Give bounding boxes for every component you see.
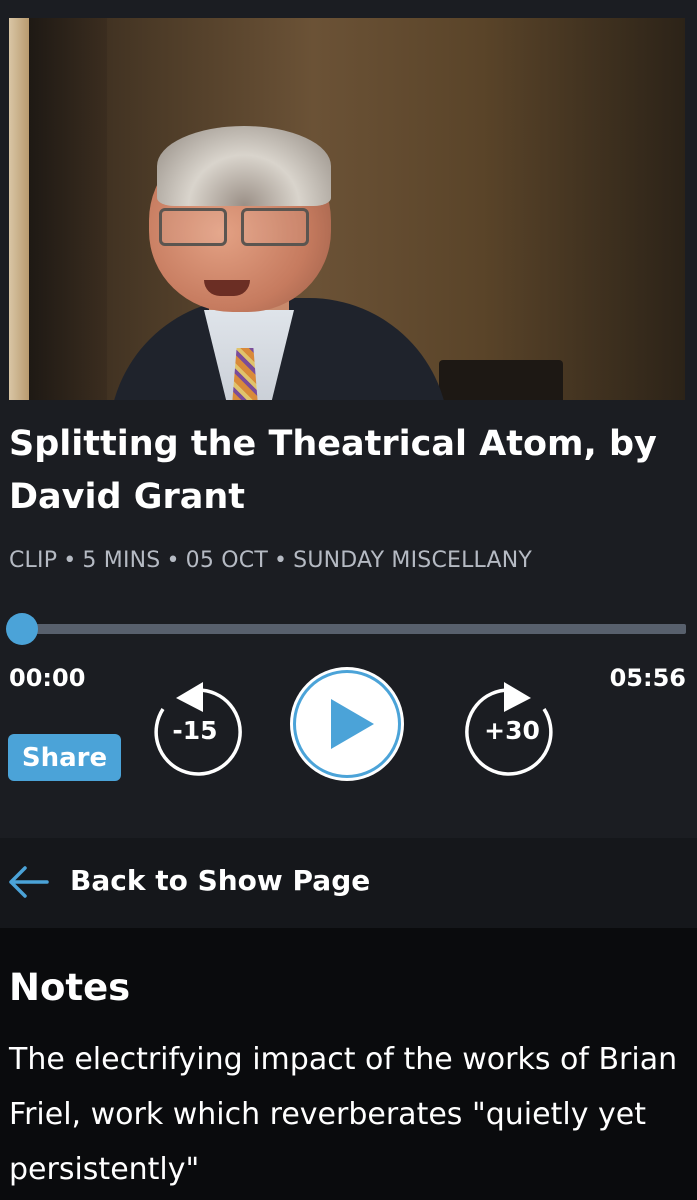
meta-separator: •	[166, 548, 180, 573]
notes-body: The electrifying impact of the works of …	[9, 1042, 678, 1187]
share-button[interactable]: Share	[8, 734, 121, 781]
player-panel: Splitting the Theatrical Atom, by David …	[0, 0, 697, 838]
skip-forward-label: +30	[484, 716, 540, 745]
play-button[interactable]	[290, 667, 404, 781]
current-time: 00:00	[9, 664, 86, 692]
meta-programme: SUNDAY MISCELLANY	[293, 548, 533, 573]
episode-page: Splitting the Theatrical Atom, by David …	[0, 0, 697, 1200]
back-to-show-label: Back to Show Page	[70, 864, 371, 897]
skip-back-button[interactable]: -15	[145, 676, 245, 776]
meta-date: 05 OCT	[185, 548, 268, 573]
meta-separator: •	[63, 548, 77, 573]
back-to-show-link[interactable]: Back to Show Page	[0, 838, 697, 928]
progress-knob[interactable]	[6, 613, 38, 645]
arrow-left-icon	[9, 866, 49, 898]
episode-image	[9, 18, 685, 400]
notes-heading: Notes	[9, 966, 131, 1009]
progress-track[interactable]	[22, 624, 686, 634]
meta-separator: •	[273, 548, 288, 573]
episode-meta: CLIP • 5 MINS • 05 OCT • SUNDAY MISCELLANY	[9, 548, 532, 573]
play-icon	[331, 699, 374, 749]
episode-title: Splitting the Theatrical Atom, by David …	[9, 424, 657, 517]
total-time: 05:56	[609, 664, 686, 692]
meta-type: CLIP	[9, 548, 58, 573]
skip-back-label: -15	[172, 716, 218, 745]
skip-forward-button[interactable]: +30	[462, 676, 562, 776]
meta-duration: 5 MINS	[82, 548, 161, 573]
